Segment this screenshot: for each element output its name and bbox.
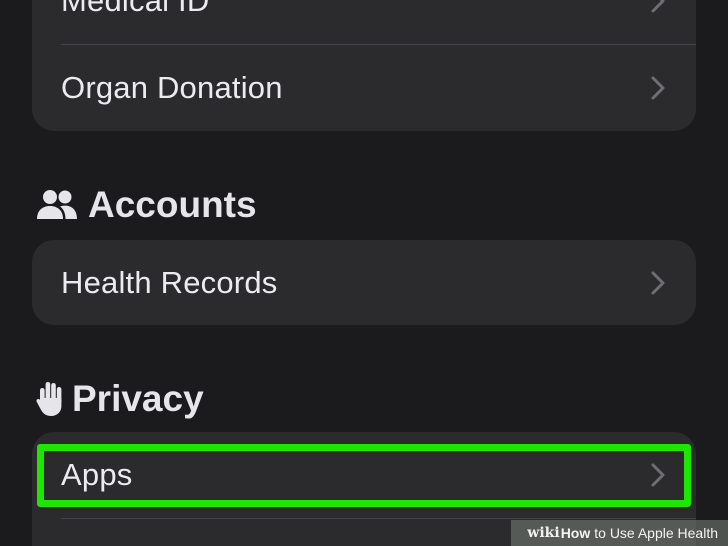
- row-label-health-records: Health Records: [61, 264, 278, 300]
- medical-group: Medical ID Organ Donation: [32, 0, 696, 131]
- row-label-organ-donation: Organ Donation: [61, 70, 283, 105]
- watermark-brand: wiki: [527, 525, 560, 541]
- row-apps[interactable]: Apps: [32, 432, 696, 518]
- hand-icon: [36, 380, 66, 418]
- section-title-accounts: Accounts: [88, 184, 257, 225]
- chevron-right-icon: [651, 76, 665, 100]
- row-organ-donation[interactable]: Organ Donation: [32, 45, 696, 131]
- row-label-medical-id: Medical ID: [61, 0, 210, 18]
- row-medical-id[interactable]: Medical ID: [32, 0, 696, 44]
- watermark-how: How: [560, 525, 591, 541]
- accounts-group: Health Records: [32, 240, 696, 325]
- watermark: wiki How to Use Apple Health: [511, 520, 728, 546]
- row-label-apps: Apps: [61, 457, 133, 492]
- section-title-privacy: Privacy: [72, 378, 204, 419]
- people-icon: [36, 186, 78, 224]
- settings-screen: Medical ID Organ Donation Accounts Healt…: [0, 0, 728, 546]
- chevron-right-icon: [651, 0, 665, 13]
- divider: [61, 518, 696, 519]
- row-health-records[interactable]: Health Records: [32, 240, 696, 325]
- chevron-right-icon: [651, 271, 665, 294]
- section-header-privacy: Privacy: [36, 376, 204, 422]
- watermark-title: to Use Apple Health: [594, 525, 718, 541]
- chevron-right-icon: [651, 463, 665, 487]
- section-header-accounts: Accounts: [36, 182, 257, 228]
